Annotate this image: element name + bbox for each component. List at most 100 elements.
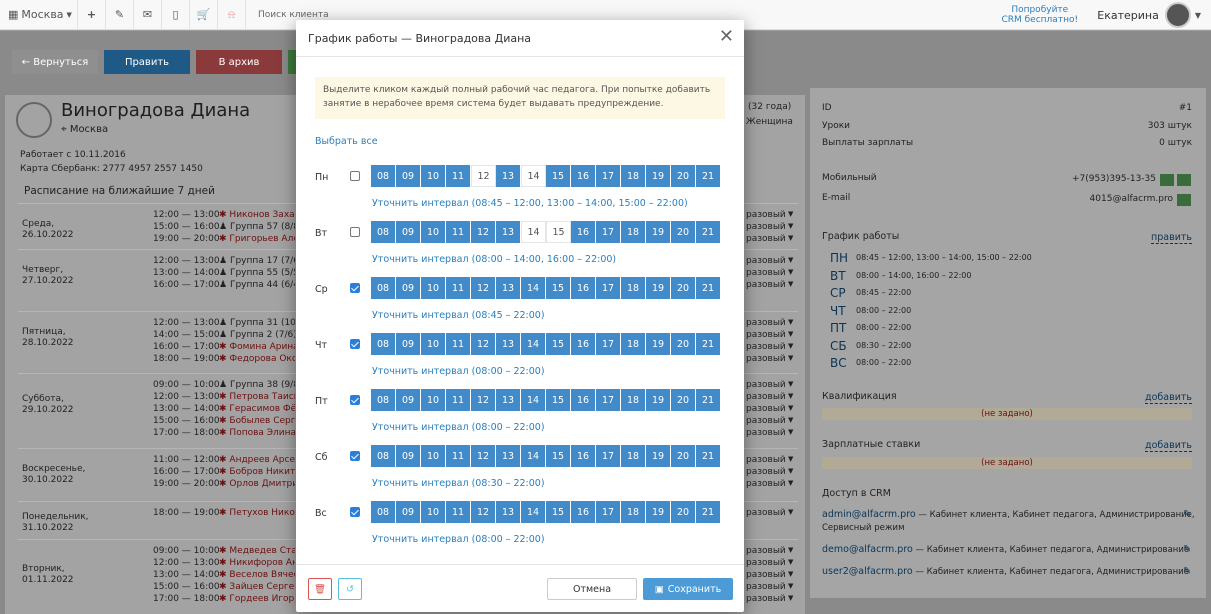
- hour-cell[interactable]: 12: [471, 501, 496, 523]
- access-login[interactable]: user2@alfacrm.pro: [822, 566, 913, 577]
- day-checkbox[interactable]: [350, 395, 360, 405]
- lesson-menu-icon[interactable]: ▼: [788, 404, 793, 412]
- hour-cell[interactable]: 13: [496, 221, 521, 243]
- hour-cell[interactable]: 16: [571, 501, 596, 523]
- hour-cell[interactable]: 11: [446, 165, 471, 187]
- city-selector[interactable]: ▦ Москва ▼: [0, 0, 78, 30]
- lesson-participant[interactable]: ✱ Федорова Оксан: [219, 354, 295, 364]
- hour-cell[interactable]: 14: [521, 221, 546, 243]
- hour-cell[interactable]: 17: [596, 445, 621, 467]
- hour-cell[interactable]: 20: [671, 165, 696, 187]
- lesson-participant[interactable]: ♟ Группа 17 (7/6): [219, 256, 295, 266]
- hour-cell[interactable]: 08: [371, 165, 396, 187]
- lesson-menu-icon[interactable]: ▼: [788, 594, 793, 602]
- hour-cell[interactable]: 16: [571, 221, 596, 243]
- hour-cell[interactable]: 15: [546, 445, 571, 467]
- hour-cell[interactable]: 09: [396, 501, 421, 523]
- hour-cell[interactable]: 16: [571, 389, 596, 411]
- lesson-participant[interactable]: ✱ Петрова Таисия: [219, 392, 295, 402]
- hour-cell[interactable]: 19: [646, 501, 671, 523]
- hour-cell[interactable]: 18: [621, 333, 646, 355]
- hour-cell[interactable]: 09: [396, 221, 421, 243]
- hour-cell[interactable]: 15: [546, 221, 571, 243]
- hour-cell[interactable]: 11: [446, 445, 471, 467]
- hour-cell[interactable]: 18: [621, 277, 646, 299]
- hour-cell[interactable]: 08: [371, 501, 396, 523]
- hour-cell[interactable]: 16: [571, 445, 596, 467]
- hour-cell[interactable]: 10: [421, 501, 446, 523]
- lesson-participant[interactable]: ✱ Андреев Арсени: [219, 455, 295, 465]
- qualification-add-link[interactable]: добавить: [1145, 392, 1192, 404]
- phone-icon[interactable]: ▯: [162, 0, 190, 30]
- hour-cell[interactable]: 20: [671, 501, 696, 523]
- lesson-participant[interactable]: ✱ Гордеев Игорь: [219, 594, 295, 604]
- hour-cell[interactable]: 18: [621, 221, 646, 243]
- chevron-down-icon[interactable]: ▼: [1195, 11, 1201, 20]
- day-checkbox[interactable]: [350, 171, 360, 181]
- hour-cell[interactable]: 17: [596, 501, 621, 523]
- lesson-participant[interactable]: ♟ Группа 55 (5/5): [219, 268, 295, 278]
- hour-cell[interactable]: 20: [671, 277, 696, 299]
- hour-cell[interactable]: 17: [596, 165, 621, 187]
- hour-cell[interactable]: 09: [396, 445, 421, 467]
- lesson-participant[interactable]: ✱ Петухов Никола: [219, 508, 295, 518]
- refine-interval-link[interactable]: Уточнить интервал (08:30 – 22:00): [372, 478, 545, 489]
- lesson-participant[interactable]: ♟ Группа 31 (10/10: [219, 318, 295, 328]
- hour-cell[interactable]: 12: [471, 221, 496, 243]
- lesson-menu-icon[interactable]: ▼: [788, 222, 793, 230]
- hour-cell[interactable]: 12: [471, 333, 496, 355]
- hour-cell[interactable]: 12: [471, 445, 496, 467]
- lesson-menu-icon[interactable]: ▼: [788, 455, 793, 463]
- hour-cell[interactable]: 12: [471, 165, 496, 187]
- hour-cell[interactable]: 18: [621, 445, 646, 467]
- save-button[interactable]: ▣ Сохранить: [643, 578, 733, 600]
- select-all-link[interactable]: Выбрать все: [315, 136, 378, 147]
- lesson-participant[interactable]: ♟ Группа 57 (8/8): [219, 222, 295, 232]
- lesson-participant[interactable]: ✱ Медведев Стани: [219, 546, 295, 556]
- hour-cell[interactable]: 18: [621, 165, 646, 187]
- hour-cell[interactable]: 09: [396, 165, 421, 187]
- lesson-menu-icon[interactable]: ▼: [788, 570, 793, 578]
- lesson-menu-icon[interactable]: ▼: [788, 558, 793, 566]
- day-checkbox[interactable]: [350, 339, 360, 349]
- hour-cell[interactable]: 21: [696, 277, 721, 299]
- lesson-participant[interactable]: ♟ Группа 2 (7/6): [219, 330, 295, 340]
- hour-cell[interactable]: 14: [521, 333, 546, 355]
- hour-cell[interactable]: 13: [496, 501, 521, 523]
- hour-cell[interactable]: 15: [546, 389, 571, 411]
- hour-cell[interactable]: 15: [546, 165, 571, 187]
- hour-cell[interactable]: 21: [696, 333, 721, 355]
- hour-cell[interactable]: 21: [696, 389, 721, 411]
- lesson-participant[interactable]: ✱ Никифоров Андр: [219, 558, 295, 568]
- hour-cell[interactable]: 11: [446, 333, 471, 355]
- lesson-participant[interactable]: ✱ Фомина Арина: [219, 342, 295, 352]
- hour-cell[interactable]: 14: [521, 277, 546, 299]
- hour-cell[interactable]: 19: [646, 333, 671, 355]
- lesson-menu-icon[interactable]: ▼: [788, 342, 793, 350]
- refine-interval-link[interactable]: Уточнить интервал (08:00 – 22:00): [372, 366, 545, 377]
- hour-cell[interactable]: 08: [371, 277, 396, 299]
- lesson-menu-icon[interactable]: ▼: [788, 318, 793, 326]
- hour-cell[interactable]: 19: [646, 221, 671, 243]
- lesson-participant[interactable]: ✱ Григорьев Алекс: [219, 234, 295, 244]
- hour-cell[interactable]: 11: [446, 277, 471, 299]
- hour-cell[interactable]: 08: [371, 221, 396, 243]
- hour-cell[interactable]: 11: [446, 221, 471, 243]
- lesson-menu-icon[interactable]: ▼: [788, 416, 793, 424]
- hour-cell[interactable]: 19: [646, 389, 671, 411]
- call-icon[interactable]: [1177, 174, 1191, 186]
- day-checkbox[interactable]: [350, 507, 360, 517]
- sms-icon[interactable]: [1160, 174, 1174, 186]
- hour-cell[interactable]: 13: [496, 333, 521, 355]
- wrench-icon[interactable]: ✎: [106, 0, 134, 30]
- hour-cell[interactable]: 08: [371, 445, 396, 467]
- hour-cell[interactable]: 20: [671, 221, 696, 243]
- hour-cell[interactable]: 10: [421, 165, 446, 187]
- access-login[interactable]: admin@alfacrm.pro: [822, 509, 916, 520]
- hour-cell[interactable]: 19: [646, 165, 671, 187]
- hour-cell[interactable]: 16: [571, 165, 596, 187]
- day-checkbox[interactable]: [350, 451, 360, 461]
- lesson-menu-icon[interactable]: ▼: [788, 467, 793, 475]
- client-search-input[interactable]: Поиск клиента: [246, 10, 329, 20]
- hour-cell[interactable]: 17: [596, 389, 621, 411]
